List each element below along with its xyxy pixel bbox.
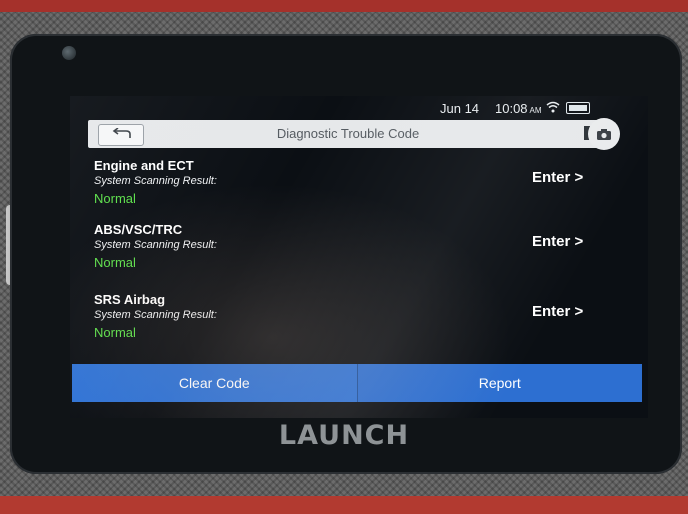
- enter-button-srs[interactable]: Enter >: [532, 303, 583, 320]
- scan-result-value: Normal: [94, 325, 136, 340]
- system-name: ABS/VSC/TRC: [94, 222, 183, 237]
- clear-code-button[interactable]: Clear Code: [72, 364, 358, 402]
- system-row-srs: SRS Airbag System Scanning Result: Norma…: [84, 292, 604, 352]
- screen: Jun 14 10:08 AM Diagnostic Trouble Code E…: [70, 96, 648, 418]
- front-camera-icon: [62, 46, 76, 60]
- device-red-trim-top: [0, 0, 688, 12]
- scan-result-label: System Scanning Result:: [94, 239, 217, 251]
- status-ampm: AM: [529, 106, 542, 115]
- status-bar: Jun 14 10:08 AM: [70, 96, 648, 120]
- enter-button-abs[interactable]: Enter >: [532, 233, 583, 250]
- battery-icon: [566, 102, 590, 114]
- device-red-trim-bottom: [0, 496, 688, 514]
- screenshot-button[interactable]: [588, 118, 620, 150]
- system-name: Engine and ECT: [94, 158, 194, 173]
- scan-result-value: Normal: [94, 191, 136, 206]
- camera-icon: [597, 128, 611, 140]
- enter-button-engine[interactable]: Enter >: [532, 169, 583, 186]
- system-row-engine: Engine and ECT System Scanning Result: N…: [84, 158, 604, 218]
- wifi-icon: [546, 101, 560, 113]
- report-button[interactable]: Report: [357, 364, 642, 402]
- status-time: 10:08 AM: [495, 101, 542, 116]
- action-bar: Clear Code Report: [72, 364, 642, 402]
- brand-logo: LAUNCH: [278, 420, 410, 451]
- status-date: Jun 14: [440, 101, 480, 116]
- system-row-abs: ABS/VSC/TRC System Scanning Result: Norm…: [84, 222, 604, 282]
- title-bar: Diagnostic Trouble Code: [88, 120, 608, 148]
- status-time-value: 10:08: [495, 101, 528, 116]
- scan-result-label: System Scanning Result:: [94, 309, 217, 321]
- scan-result-label: System Scanning Result:: [94, 175, 217, 187]
- page-title: Diagnostic Trouble Code: [276, 126, 420, 141]
- scan-result-value: Normal: [94, 255, 136, 270]
- system-name: SRS Airbag: [94, 292, 166, 307]
